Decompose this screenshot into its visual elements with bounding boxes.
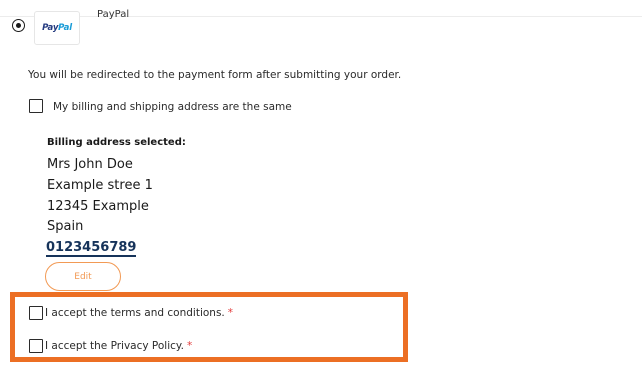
privacy-label-text: I accept the Privacy Policy.: [45, 340, 184, 352]
terms-checkbox[interactable]: [29, 306, 43, 320]
paypal-logo-pal-text: Pal: [58, 23, 72, 33]
same-address-checkbox[interactable]: [29, 99, 43, 113]
radio-selected-dot-icon: [15, 22, 21, 28]
billing-address-heading: Billing address selected:: [47, 137, 186, 148]
paypal-radio-button[interactable]: [12, 19, 25, 32]
billing-city: 12345 Example: [47, 199, 149, 214]
billing-street: Example stree 1: [47, 178, 153, 193]
billing-country: Spain: [47, 219, 84, 234]
privacy-checkbox[interactable]: [29, 339, 43, 353]
billing-phone-link[interactable]: 0123456789: [46, 240, 137, 257]
same-address-label[interactable]: My billing and shipping address are the …: [53, 101, 292, 113]
billing-name: Mrs John Doe: [47, 157, 133, 172]
payment-method-name: PayPal: [97, 9, 130, 20]
edit-address-button[interactable]: Edit: [45, 262, 121, 291]
required-asterisk: *: [227, 307, 234, 319]
redirect-note: You will be redirected to the payment fo…: [28, 69, 402, 81]
privacy-label[interactable]: I accept the Privacy Policy. *: [45, 340, 192, 352]
paypal-logo-pay-text: Pay: [42, 23, 59, 33]
terms-label-text: I accept the terms and conditions.: [45, 307, 225, 319]
required-asterisk: *: [186, 340, 193, 352]
terms-label[interactable]: I accept the terms and conditions. *: [45, 307, 233, 319]
paypal-logo: Pay Pal: [34, 11, 80, 45]
